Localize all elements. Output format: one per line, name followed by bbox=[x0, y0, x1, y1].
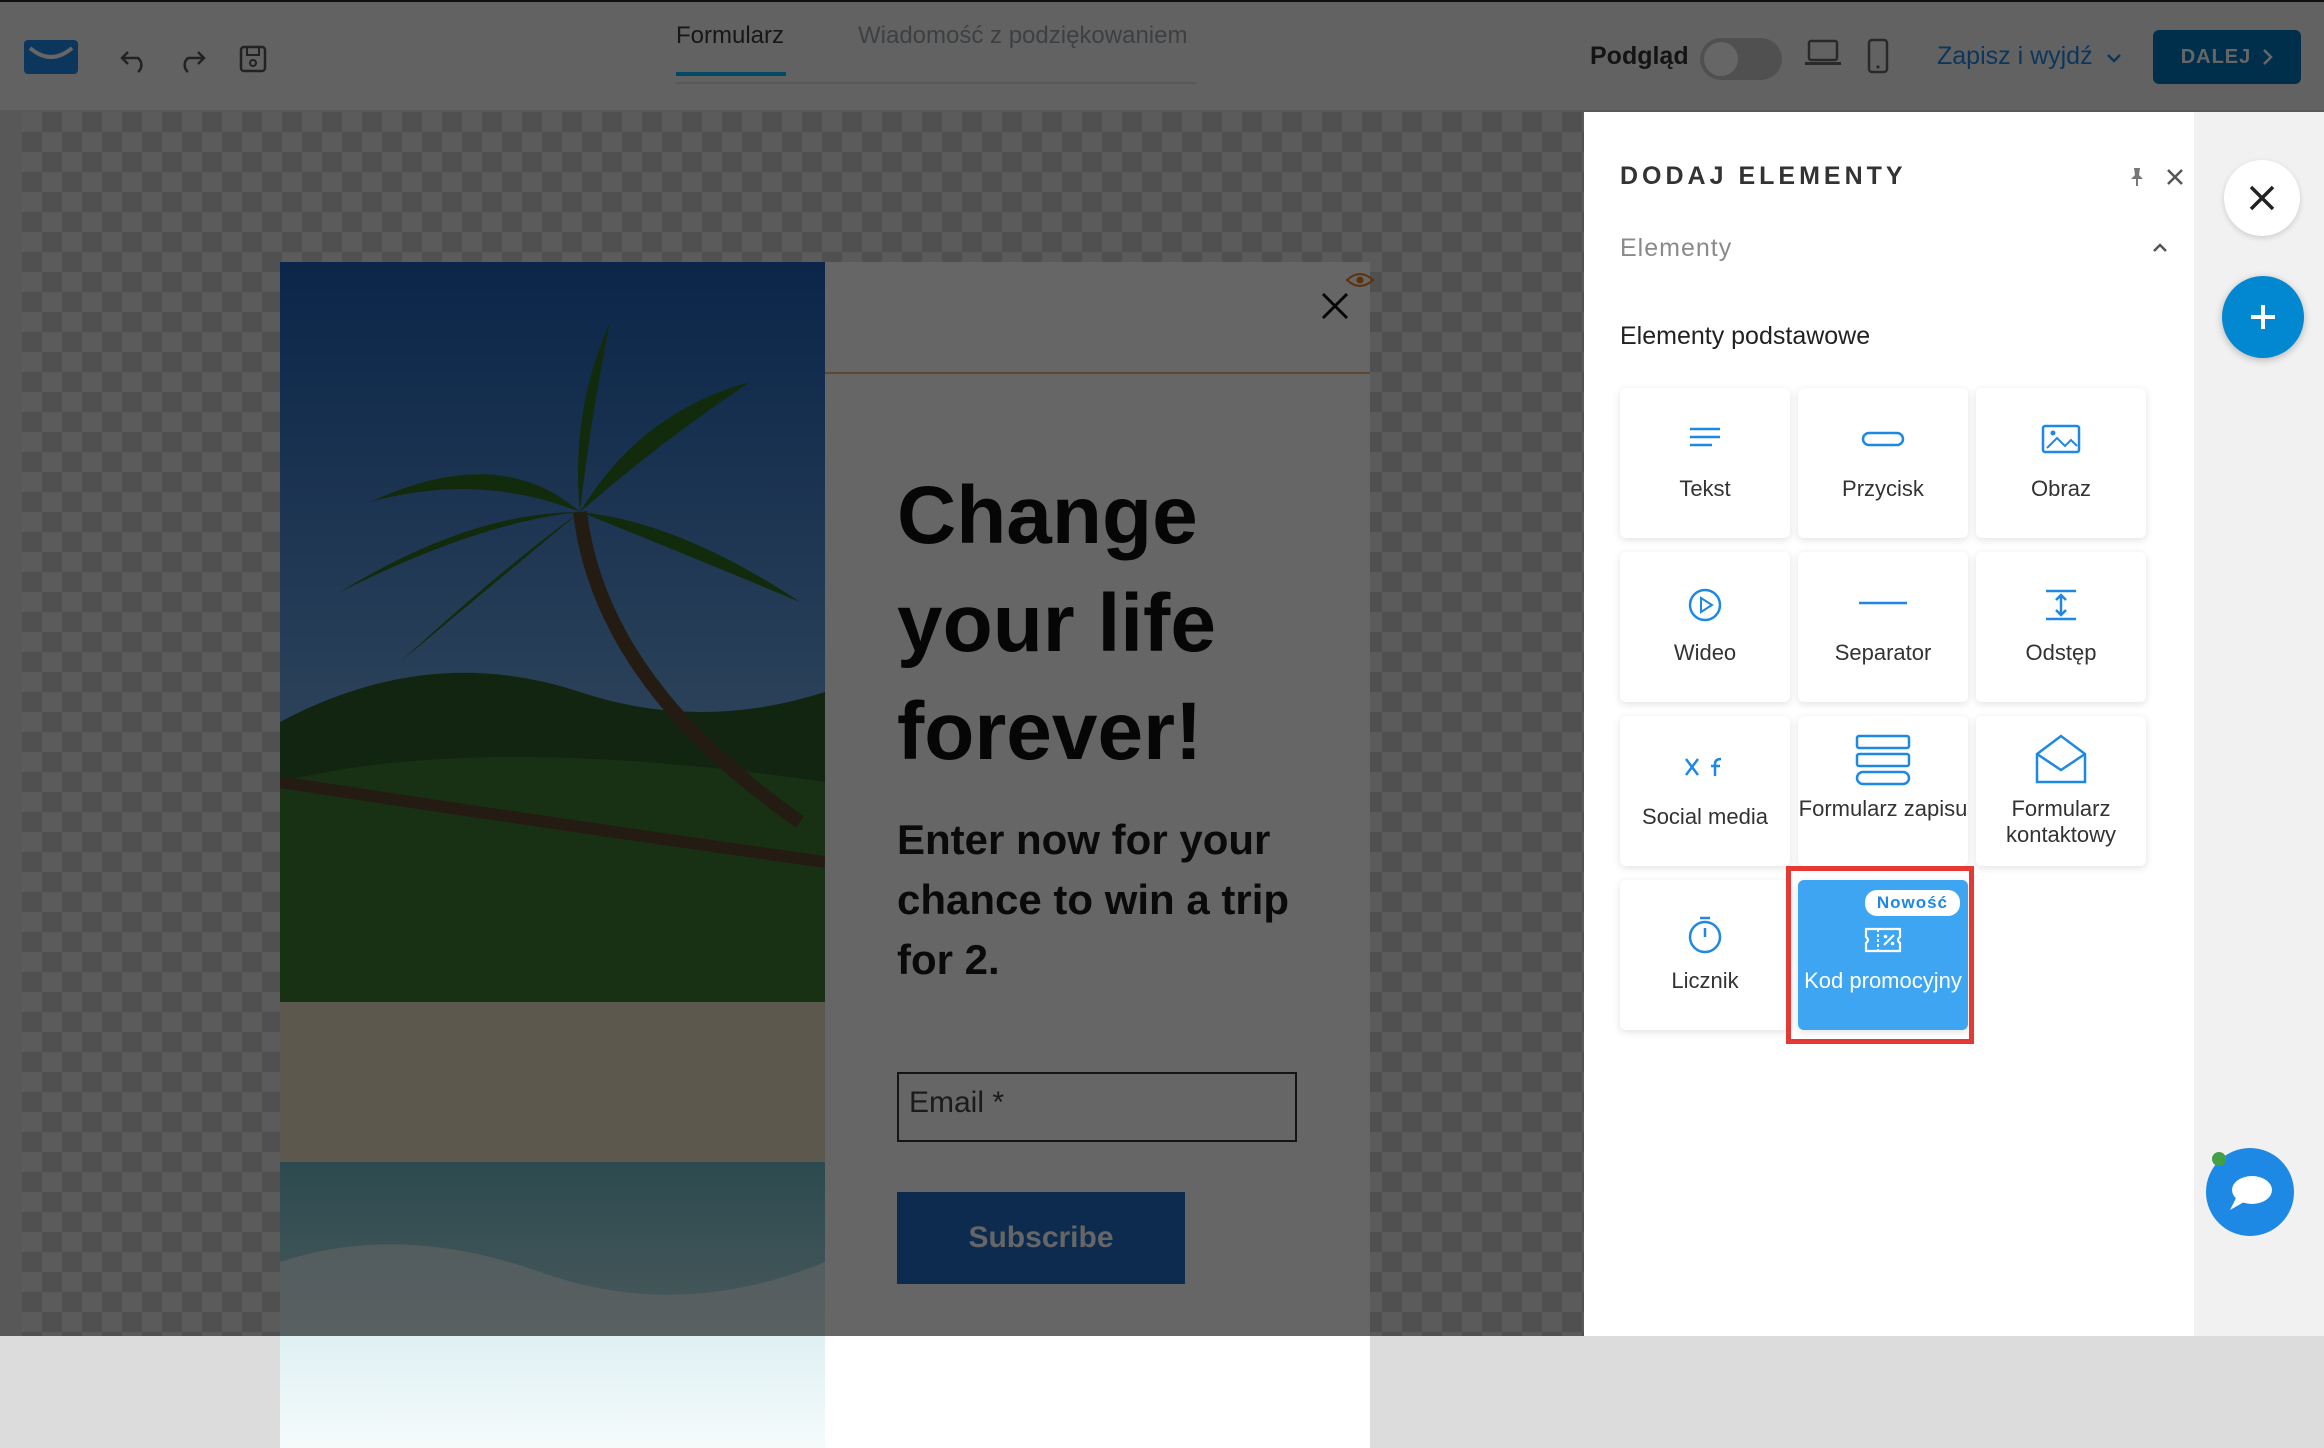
add-element-button[interactable] bbox=[2222, 276, 2304, 358]
pin-icon[interactable] bbox=[2126, 166, 2148, 188]
toggle-knob bbox=[1704, 42, 1738, 76]
tile-video[interactable]: Wideo bbox=[1620, 552, 1790, 702]
chevron-right-icon bbox=[2263, 49, 2274, 65]
top-bar: Formularz Wiadomość z podziękowaniem Pod… bbox=[0, 0, 2324, 110]
promo-code-icon bbox=[1864, 927, 1902, 953]
popup-preview: Change your life forever! Enter now for … bbox=[280, 262, 1375, 1448]
next-button[interactable]: DALEJ bbox=[2153, 30, 2301, 84]
desktop-view-icon[interactable] bbox=[1804, 38, 1842, 68]
chevron-down-icon bbox=[2106, 54, 2121, 63]
tile-label: Wideo bbox=[1673, 640, 1737, 665]
tile-text[interactable]: Tekst bbox=[1620, 388, 1790, 538]
chevron-up-icon[interactable] bbox=[2150, 238, 2170, 258]
tile-label: Przycisk bbox=[1842, 476, 1924, 501]
preview-label: Podgląd bbox=[1590, 42, 1689, 70]
timer-icon bbox=[1688, 916, 1722, 954]
button-icon bbox=[1861, 431, 1905, 447]
popup-close-icon[interactable] bbox=[1317, 288, 1353, 324]
tab-form[interactable]: Formularz bbox=[676, 22, 784, 50]
tile-promo-code[interactable]: Nowość Kod promocyjny bbox=[1798, 880, 1968, 1030]
popup-header bbox=[825, 262, 1375, 374]
tile-spacing[interactable]: Odstęp bbox=[1976, 552, 2146, 702]
preview-toggle[interactable] bbox=[1700, 38, 1782, 80]
tile-timer[interactable]: Licznik bbox=[1620, 880, 1790, 1030]
tile-label: Obraz bbox=[2031, 476, 2091, 501]
tile-contact-form[interactable]: Formularz kontaktowy bbox=[1976, 716, 2146, 866]
contact-form-icon bbox=[2035, 734, 2087, 784]
tile-label: Separator bbox=[1834, 640, 1932, 665]
basic-elements-heading: Elementy podstawowe bbox=[1620, 322, 1871, 350]
video-icon bbox=[1688, 588, 1722, 622]
text-icon bbox=[1690, 427, 1720, 447]
save-icon[interactable] bbox=[236, 42, 270, 76]
add-elements-panel: DODAJ ELEMENTY Elementy Elementy podstaw… bbox=[1584, 112, 2194, 1336]
editor-canvas[interactable]: Change your life forever! Enter now for … bbox=[22, 112, 1584, 1448]
undo-icon[interactable] bbox=[118, 42, 152, 76]
online-status-dot bbox=[2212, 1152, 2226, 1166]
tile-signup-form[interactable]: Formularz zapisu bbox=[1798, 716, 1968, 866]
subscribe-button[interactable]: Subscribe bbox=[897, 1192, 1185, 1284]
panel-close-icon[interactable] bbox=[2164, 166, 2186, 188]
save-and-exit-menu[interactable]: Zapisz i wyjdź bbox=[1937, 42, 2122, 71]
spacing-icon bbox=[2046, 589, 2076, 621]
panel-title: DODAJ ELEMENTY bbox=[1620, 162, 1907, 190]
plus-icon bbox=[2251, 305, 2275, 329]
rail-close-button[interactable] bbox=[2224, 160, 2300, 236]
tile-image[interactable]: Obraz bbox=[1976, 388, 2146, 538]
redo-icon[interactable] bbox=[174, 42, 208, 76]
new-badge: Nowość bbox=[1864, 890, 1960, 916]
tile-label: Social media bbox=[1642, 804, 1768, 829]
next-button-label: DALEJ bbox=[2180, 45, 2252, 68]
popup-content: Change your life forever! Enter now for … bbox=[825, 262, 1375, 1448]
tile-label: Licznik bbox=[1671, 968, 1739, 993]
mobile-view-icon[interactable] bbox=[1866, 38, 1890, 74]
tile-button[interactable]: Przycisk bbox=[1798, 388, 1968, 538]
signup-form-icon bbox=[1855, 734, 1911, 786]
beach-palm-picture bbox=[280, 262, 825, 1448]
close-icon bbox=[2249, 185, 2275, 211]
separator-icon bbox=[1859, 601, 1907, 605]
tile-label: Kod promocyjny bbox=[1804, 968, 1962, 993]
tile-social-media[interactable]: Social media bbox=[1620, 716, 1790, 866]
tile-label: Formularz zapisu bbox=[1798, 796, 1968, 821]
active-tab-indicator bbox=[676, 72, 786, 76]
tile-label: Odstęp bbox=[2025, 640, 2097, 665]
image-icon bbox=[2041, 424, 2081, 454]
elements-section-toggle[interactable]: Elementy bbox=[1620, 234, 1732, 263]
social-icon bbox=[1685, 757, 1722, 776]
tile-label: Tekst bbox=[1679, 476, 1731, 501]
tile-separator[interactable]: Separator bbox=[1798, 552, 1968, 702]
tab-thank-you-message[interactable]: Wiadomość z podziękowaniem bbox=[858, 22, 1187, 50]
tile-label: Formularz kontaktowy bbox=[2005, 796, 2117, 847]
beach-image[interactable] bbox=[280, 262, 825, 1448]
logo-icon[interactable] bbox=[24, 40, 78, 74]
email-field[interactable]: Email * bbox=[897, 1072, 1297, 1142]
save-and-exit-label: Zapisz i wyjdź bbox=[1937, 42, 2093, 70]
popup-headline[interactable]: Change your life forever! bbox=[897, 462, 1337, 786]
editor-tabs: Formularz Wiadomość z podziękowaniem bbox=[676, 2, 1196, 84]
popup-subheadline[interactable]: Enter now for your chance to win a trip … bbox=[897, 810, 1337, 990]
visibility-icon[interactable] bbox=[1345, 270, 1375, 290]
